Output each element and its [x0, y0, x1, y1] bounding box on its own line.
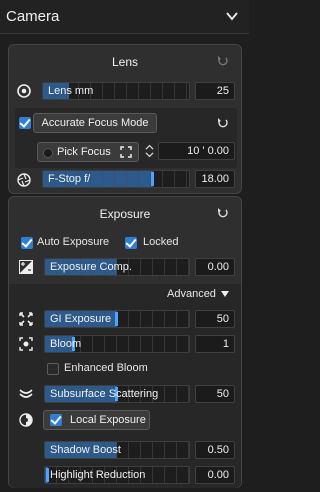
lens-panel: Lens Lens mm 25 Accurate Focus Mode Pick… [8, 44, 242, 194]
gi-exposure-slider[interactable]: GI Exposure [44, 310, 190, 328]
shadow-boost-value[interactable]: 0.50 [195, 441, 235, 459]
exposure-reset-icon[interactable] [217, 207, 229, 219]
lens-target-icon [17, 84, 31, 98]
local-exposure-icon [19, 413, 33, 427]
enhanced-bloom-label: Enhanced Bloom [64, 362, 148, 374]
lens-mm-slider[interactable]: Lens mm [42, 82, 190, 100]
highlight-reduction-slider[interactable]: Highlight Reduction [44, 466, 190, 484]
aperture-icon [17, 173, 31, 187]
highlight-reduction-label: Highlight Reduction [50, 469, 146, 481]
lens-panel-title: Lens [111, 55, 139, 69]
exposure-panel-title: Exposure [99, 207, 151, 221]
header-title: Camera [6, 8, 60, 25]
local-exposure-button[interactable]: Local Exposure [43, 410, 150, 430]
shadow-boost-label: Shadow Boost [50, 444, 121, 456]
highlight-reduction-value[interactable]: 0.00 [195, 466, 235, 484]
pick-focus-label: Pick Focus [57, 146, 111, 158]
focus-frame-icon [120, 146, 132, 158]
local-exposure-checkbox[interactable] [50, 414, 62, 426]
subsurface-slider[interactable]: Subsurface Scattering [44, 385, 190, 403]
pick-focus-button[interactable]: Pick Focus [37, 142, 139, 162]
bloom-value[interactable]: 1 [195, 335, 235, 353]
exposure-panel: Exposure Auto Exposure Locked Exposure C… [8, 196, 242, 488]
reset-icon[interactable] [217, 55, 229, 67]
exposure-comp-slider[interactable]: Exposure Comp. [44, 258, 190, 276]
exposure-comp-label: Exposure Comp. [50, 261, 132, 273]
locked-label: Locked [143, 236, 179, 248]
exposure-comp-icon [19, 260, 33, 274]
fstop-label: F-Stop f/ [48, 173, 91, 185]
subsurface-scattering-icon [19, 389, 33, 398]
subsurface-value[interactable]: 50 [195, 385, 235, 403]
bloom-icon [19, 337, 33, 351]
locked-checkbox[interactable] [125, 237, 137, 249]
focus-distance-value[interactable]: 10 ' 0.00 [158, 142, 235, 160]
fstop-slider[interactable]: F-Stop f/ [42, 170, 190, 188]
lens-mm-value[interactable]: 25 [195, 82, 235, 100]
focus-reset-icon[interactable] [217, 117, 229, 129]
gi-exposure-label: GI Exposure [50, 313, 112, 325]
gi-exposure-value[interactable]: 50 [195, 310, 235, 328]
highlight-reduction-slider-handle[interactable] [45, 468, 49, 482]
accurate-focus-checkbox[interactable] [19, 117, 31, 129]
gi-exposure-icon [19, 312, 33, 326]
chevron-down-icon[interactable] [225, 9, 239, 23]
auto-exposure-label: Auto Exposure [37, 236, 110, 248]
local-exposure-label: Local Exposure [70, 414, 146, 426]
advanced-dropdown-icon[interactable] [221, 291, 229, 297]
bloom-label: Bloom [50, 338, 82, 350]
lens-mm-label: Lens mm [48, 85, 94, 97]
shadow-boost-slider[interactable]: Shadow Boost [44, 441, 190, 459]
advanced-label[interactable]: Advanced [167, 288, 216, 300]
focus-stepper-icon[interactable] [145, 143, 154, 159]
camera-header[interactable]: Camera [0, 0, 249, 34]
pick-focus-toggle-icon [43, 148, 53, 158]
gi-exposure-slider-handle[interactable] [115, 312, 118, 326]
fstop-value[interactable]: 18.00 [195, 170, 235, 188]
bloom-slider[interactable]: Bloom [44, 335, 190, 353]
enhanced-bloom-checkbox[interactable] [47, 363, 59, 375]
fstop-slider-handle[interactable] [150, 172, 154, 186]
subsurface-label: Subsurface Scattering [50, 388, 159, 400]
exposure-comp-value[interactable]: 0.00 [195, 258, 235, 276]
accurate-focus-mode-button[interactable]: Accurate Focus Mode [33, 113, 157, 133]
auto-exposure-checkbox[interactable] [21, 237, 33, 249]
